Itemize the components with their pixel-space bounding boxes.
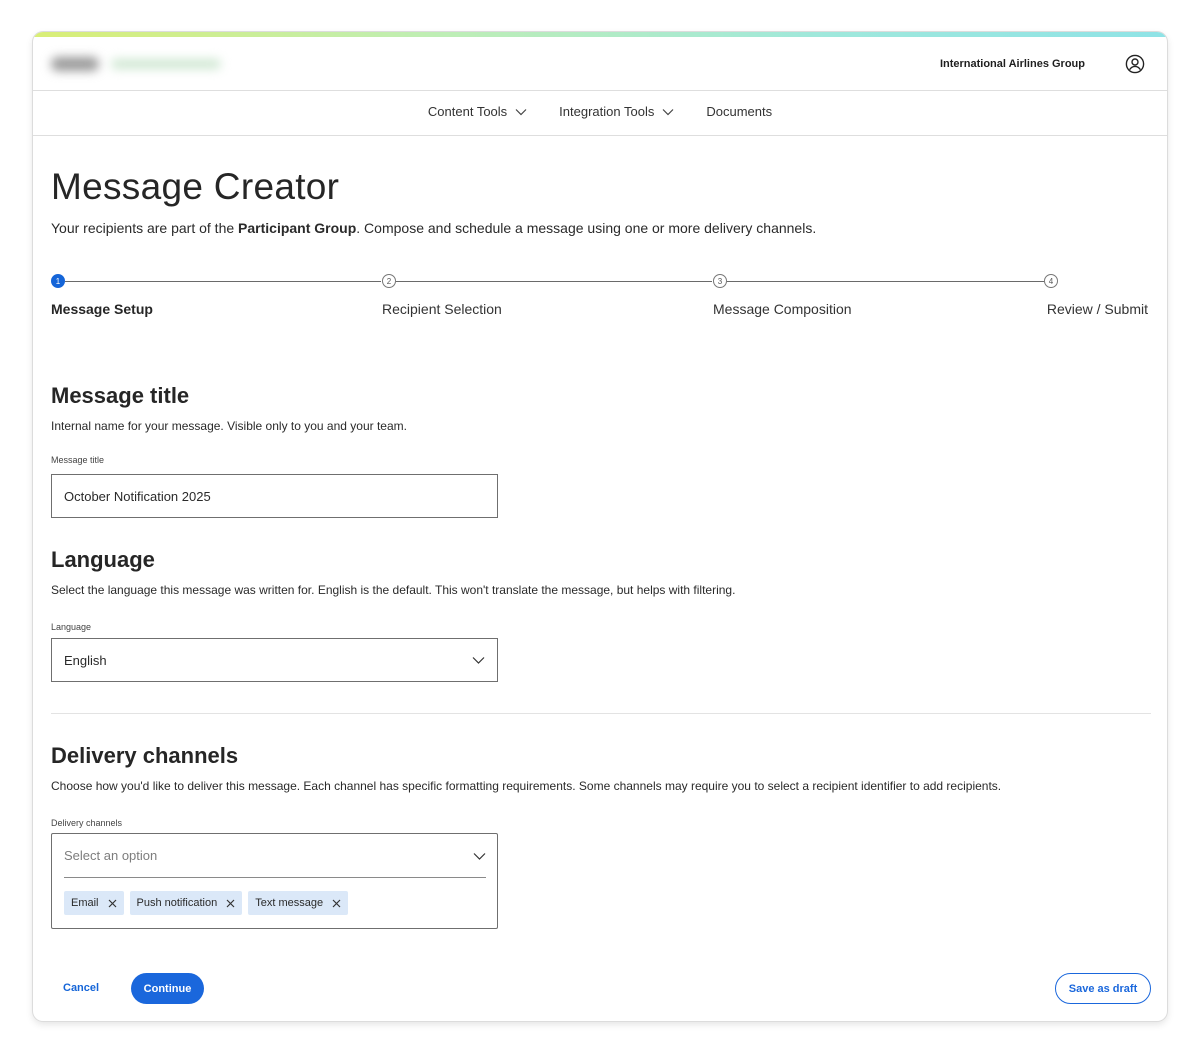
- message-title-input[interactable]: October Notification 2025: [51, 474, 498, 518]
- step-3-label: Message Composition: [713, 301, 852, 317]
- message-title-description: Internal name for your message. Visible …: [51, 419, 407, 433]
- cancel-button[interactable]: Cancel: [63, 982, 99, 994]
- main-nav: Content Tools Integration Tools Document…: [33, 91, 1167, 136]
- chip-label: Email: [71, 897, 99, 909]
- top-header: International Airlines Group: [33, 37, 1167, 91]
- step-1-indicator: 1: [51, 274, 65, 288]
- close-icon[interactable]: [226, 899, 235, 908]
- delivery-channels-description: Choose how you'd like to deliver this me…: [51, 779, 1002, 793]
- message-title-heading: Message title: [51, 383, 190, 408]
- step-2-label: Recipient Selection: [382, 301, 502, 317]
- organization-name[interactable]: International Airlines Group: [940, 58, 1085, 70]
- chip-push-notification: Push notification: [129, 891, 243, 915]
- intro-group-name: Participant Group: [238, 220, 357, 236]
- delivery-channels-label: Delivery channels: [51, 818, 123, 828]
- language-selected-value: English: [64, 652, 107, 668]
- language-heading: Language: [51, 547, 155, 572]
- chip-label: Text message: [255, 897, 324, 909]
- nav-integration-tools[interactable]: Integration Tools: [559, 104, 674, 119]
- chevron-down-icon: [662, 108, 674, 115]
- language-label: Language: [51, 622, 92, 632]
- nav-item-label: Integration Tools: [559, 104, 655, 119]
- section-divider: [51, 713, 1151, 714]
- intro-text: . Compose and schedule a message using o…: [356, 220, 817, 236]
- language-select[interactable]: English: [51, 638, 498, 682]
- step-4-label: Review / Submit: [1046, 301, 1148, 317]
- message-title-label: Message title: [51, 455, 105, 465]
- page-title: Message Creator: [51, 166, 340, 207]
- close-icon[interactable]: [108, 899, 117, 908]
- nav-item-label: Content Tools: [427, 104, 508, 119]
- chevron-down-icon: [472, 657, 485, 664]
- save-draft-button[interactable]: Save as draft: [1055, 973, 1151, 1004]
- chip-label: Push notification: [136, 897, 218, 909]
- step-3-indicator: 3: [713, 274, 727, 288]
- delivery-channels-select[interactable]: Select an option: [64, 834, 486, 878]
- step-connector: [727, 281, 1044, 282]
- select-placeholder: Select an option: [64, 848, 158, 863]
- chevron-down-icon: [473, 852, 486, 860]
- step-connector: [65, 281, 381, 282]
- nav-item-label: Documents: [706, 104, 773, 119]
- delivery-channels-heading: Delivery channels: [51, 743, 239, 768]
- progress-stepper: 1 2 3 4 Message Setup Recipient Selectio…: [51, 274, 1151, 317]
- form-actions: Cancel Continue Save as draft: [51, 973, 1151, 1005]
- chevron-down-icon: [515, 108, 527, 115]
- page-intro: Your recipients are part of the Particip…: [51, 220, 816, 236]
- app-window: International Airlines Group Content Too…: [33, 32, 1167, 1021]
- nav-content-tools[interactable]: Content Tools: [428, 104, 527, 119]
- continue-button[interactable]: Continue: [131, 973, 204, 1004]
- close-icon[interactable]: [332, 899, 341, 908]
- language-description: Select the language this message was wri…: [51, 583, 736, 597]
- step-2-indicator: 2: [382, 274, 396, 288]
- blurred-logo[interactable]: [47, 51, 227, 77]
- chip-text-message: Text message: [248, 891, 349, 915]
- step-connector: [396, 281, 712, 282]
- step-1-label: Message Setup: [51, 301, 153, 317]
- step-4-indicator: 4: [1044, 274, 1058, 288]
- chip-email: Email: [64, 891, 124, 915]
- nav-documents[interactable]: Documents: [706, 104, 772, 119]
- delivery-channels-multiselect: Select an option Email Push notification…: [51, 833, 498, 929]
- intro-text: Your recipients are part of the: [51, 220, 239, 236]
- selected-channels: Email Push notification Text message: [64, 891, 349, 915]
- user-account-icon[interactable]: [1125, 54, 1145, 74]
